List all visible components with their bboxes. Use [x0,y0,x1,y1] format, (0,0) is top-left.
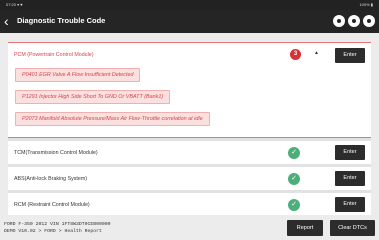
module-row-pcm: PCM (Powertrain Control Module) 3 ▲ Ente… [8,42,371,138]
module-label: PCM (Powertrain Control Module) [14,52,94,58]
vehicle-info: FORD F-350 2012 VIN 1FT8W3DT9CEB00000 [4,222,111,227]
app-header: ‹ Diagnostic Trouble Code [0,10,379,33]
dtc-item: P0401 EGR Valve A Flow Insufficient Dete… [15,68,141,82]
dtc-count-badge: 3 [290,49,301,60]
ok-check-icon: ✓ [288,173,300,185]
collapse-caret-icon[interactable]: ▲ [314,50,319,56]
module-label: RCM (Restraint Control Module) [14,202,90,208]
header-action-icon-2[interactable] [348,15,360,27]
status-bar: 07:20 ▾ ♥ 100% ▮ [0,0,379,10]
header-action-icon-3[interactable] [363,15,375,27]
enter-button[interactable]: Enter [335,197,365,212]
enter-button[interactable]: Enter [335,48,365,63]
status-battery: 100% ▮ [359,2,373,7]
module-label: ABS(Anti-lock Braking System) [14,176,88,182]
module-row-abs: ABS(Anti-lock Braking System) ✓ Enter [8,167,371,190]
page-title: Diagnostic Trouble Code [17,16,106,25]
dtc-item: P1291 Injector High Side Short To GND Or… [15,90,171,104]
report-button[interactable]: Report [287,220,323,236]
ok-check-icon: ✓ [288,147,300,159]
module-label: TCM(Transmission Control Module) [14,150,98,156]
breadcrumb: DEMO V10.02 > FORD > Health Report [4,229,102,234]
module-row-rcm: RCM (Restraint Control Module) ✓ Enter [8,193,371,215]
clear-dtcs-button[interactable]: Clear DTCs [330,220,375,236]
header-action-icon-1[interactable] [333,15,345,27]
module-row-tcm: TCM(Transmission Control Module) ✓ Enter [8,141,371,164]
footer-bar: FORD F-350 2012 VIN 1FT8W3DT9CEB00000 DE… [0,215,379,240]
dtc-item: P2073 Manifold Absolute Pressure/Mass Ai… [15,112,210,126]
status-time: 07:20 ▾ ♥ [6,2,23,7]
back-arrow-icon[interactable]: ‹ [4,12,9,30]
ok-check-icon: ✓ [288,199,300,211]
enter-button[interactable]: Enter [335,171,365,186]
header-actions [333,15,375,27]
module-list: PCM (Powertrain Control Module) 3 ▲ Ente… [8,42,371,215]
enter-button[interactable]: Enter [335,145,365,160]
